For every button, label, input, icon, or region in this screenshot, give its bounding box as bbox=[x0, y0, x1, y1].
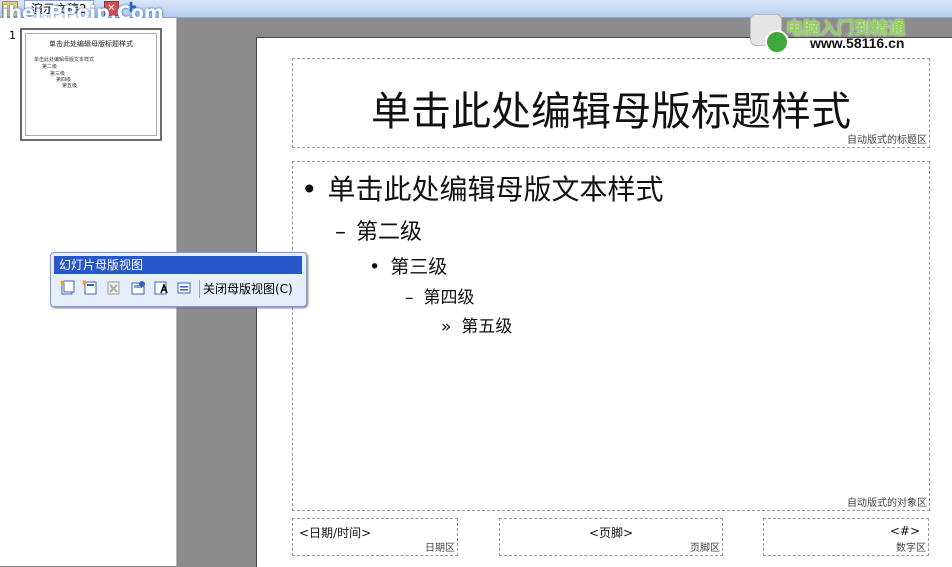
footer-placeholder[interactable]: <页脚> 页脚区 bbox=[499, 518, 723, 556]
thumbnail-line: 单击此处编辑母版文本样式 bbox=[34, 57, 95, 63]
text-level-1: • 单击此处编辑母版文本样式 bbox=[301, 168, 664, 208]
level-3-text: 第三级 bbox=[390, 256, 448, 278]
level-5-bullet: » bbox=[441, 317, 452, 337]
date-placeholder[interactable]: <日期/时间> 日期区 bbox=[292, 518, 458, 556]
slide-thumbnail[interactable]: 单击此处编辑母版标题样式 单击此处编辑母版文本样式 第二级 第三级 第四级 第五… bbox=[20, 28, 162, 141]
number-placeholder-text: <#> bbox=[889, 524, 920, 538]
toolbar-separator bbox=[199, 280, 200, 298]
level-1-bullet: • bbox=[301, 173, 318, 206]
level-3-bullet: • bbox=[369, 256, 381, 278]
thumbnail-line: 第五级 bbox=[62, 83, 78, 89]
level-5-text: 第五级 bbox=[461, 317, 513, 337]
watermark-url: www.58116.cn bbox=[810, 35, 905, 51]
insert-new-slide-master-icon[interactable] bbox=[59, 280, 76, 297]
text-level-5: » 第五级 bbox=[441, 312, 512, 337]
footer-area-label: 页脚区 bbox=[690, 543, 720, 554]
slide-master-canvas: 单击此处编辑母版标题样式 自动版式的标题区 • 单击此处编辑母版文本样式 – 第二级… bbox=[256, 37, 952, 567]
number-placeholder[interactable]: <#> 数字区 bbox=[763, 518, 929, 556]
number-area-label: 数字区 bbox=[896, 543, 926, 554]
title-area-label: 自动版式的标题区 bbox=[847, 135, 927, 146]
date-area-label: 日期区 bbox=[425, 543, 455, 554]
thumbnail-title: 单击此处编辑母版标题样式 bbox=[49, 40, 133, 48]
footer-placeholder-text: <页脚> bbox=[588, 526, 634, 540]
thumbnail-frame: 单击此处编辑母版标题样式 单击此处编辑母版文本样式 第二级 第三级 第四级 第五… bbox=[25, 33, 157, 136]
watermark-right: 电脑入门到精通 www.58116.cn bbox=[750, 12, 950, 58]
title-placeholder-text: 单击此处编辑母版标题样式 bbox=[371, 89, 851, 135]
thumbnail-slide-number: 1 bbox=[9, 29, 16, 42]
object-placeholder[interactable]: • 单击此处编辑母版文本样式 – 第二级 • 第三级 – 第四级 » 第五级 自动版式的对… bbox=[292, 161, 930, 511]
text-level-2: – 第二级 bbox=[335, 214, 422, 246]
title-placeholder[interactable]: 单击此处编辑母版标题样式 自动版式的标题区 bbox=[292, 58, 930, 148]
text-level-4: – 第四级 bbox=[405, 283, 475, 308]
rename-master-icon[interactable] bbox=[152, 280, 169, 297]
toolbar-title-bar[interactable]: 幻灯片母版视图 bbox=[54, 256, 302, 274]
level-4-bullet: – bbox=[405, 288, 414, 308]
delete-master-icon[interactable] bbox=[105, 280, 122, 297]
level-2-bullet: – bbox=[335, 220, 346, 245]
date-placeholder-text: <日期/时间> bbox=[299, 526, 372, 540]
object-area-label: 自动版式的对象区 bbox=[847, 498, 927, 509]
insert-new-title-master-icon[interactable] bbox=[81, 280, 98, 297]
level-4-text: 第四级 bbox=[423, 288, 475, 308]
level-2-text: 第二级 bbox=[356, 220, 423, 245]
slide-master-view-toolbar[interactable]: 幻灯片母版视图 关闭母版视图(C) bbox=[50, 252, 307, 307]
preserve-master-icon[interactable] bbox=[129, 280, 146, 297]
thumbnail-line: 第二级 bbox=[42, 64, 58, 70]
close-master-view-button[interactable]: 关闭母版视图(C) bbox=[203, 280, 293, 298]
level-1-text: 单击此处编辑母版文本样式 bbox=[327, 173, 664, 206]
master-layout-icon[interactable] bbox=[175, 280, 192, 297]
text-level-3: • 第三级 bbox=[369, 252, 447, 279]
